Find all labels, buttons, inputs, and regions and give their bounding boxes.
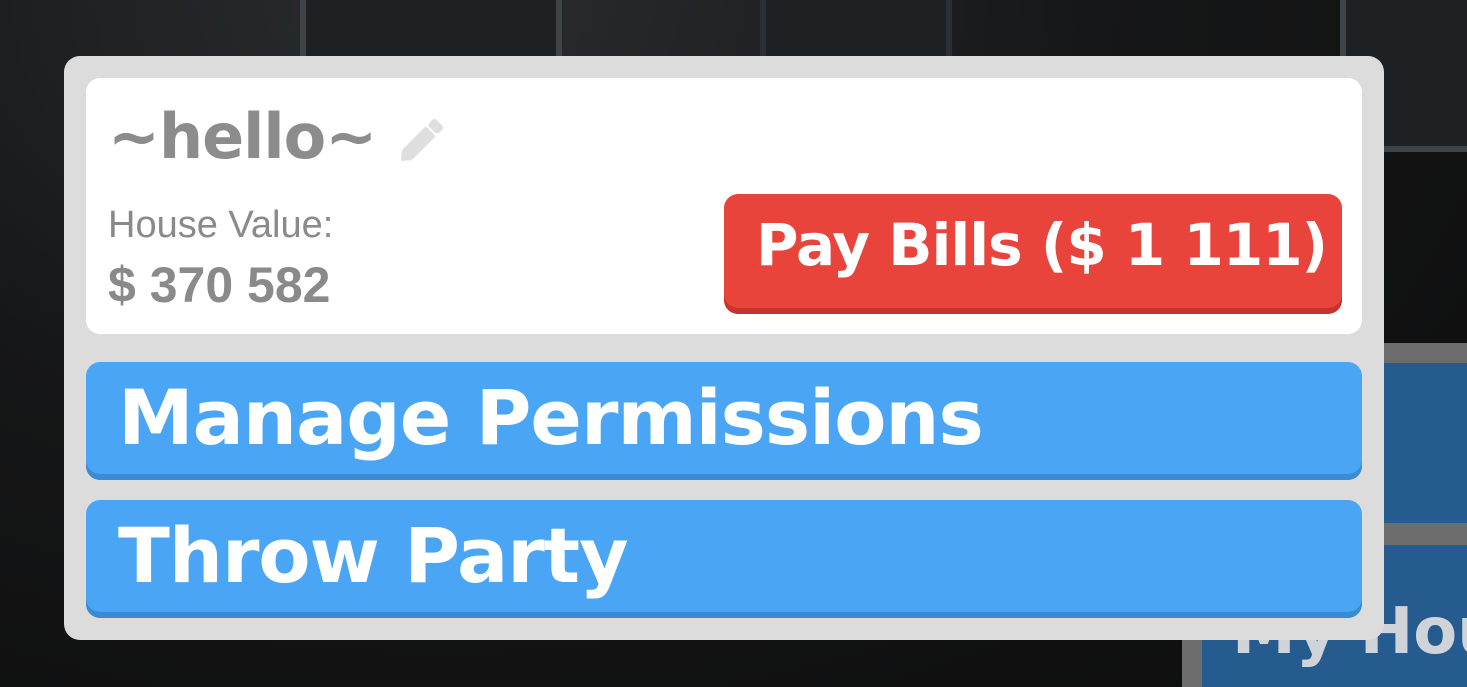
throw-party-button[interactable]: Throw Party [86,500,1362,618]
house-value-amount: $ 370 582 [108,257,331,313]
pay-bills-button[interactable]: Pay Bills ($ 1 111) [724,194,1342,314]
house-info-card: ~hello~ House Value: $ 370 582 Pay Bills… [86,78,1362,334]
pencil-icon[interactable] [392,108,454,170]
manage-permissions-button[interactable]: Manage Permissions [86,362,1362,480]
house-menu-panel: ~hello~ House Value: $ 370 582 Pay Bills… [64,56,1384,640]
background-window [760,0,952,62]
house-value-label: House Value: [108,204,334,246]
house-name: ~hello~ [108,100,377,173]
